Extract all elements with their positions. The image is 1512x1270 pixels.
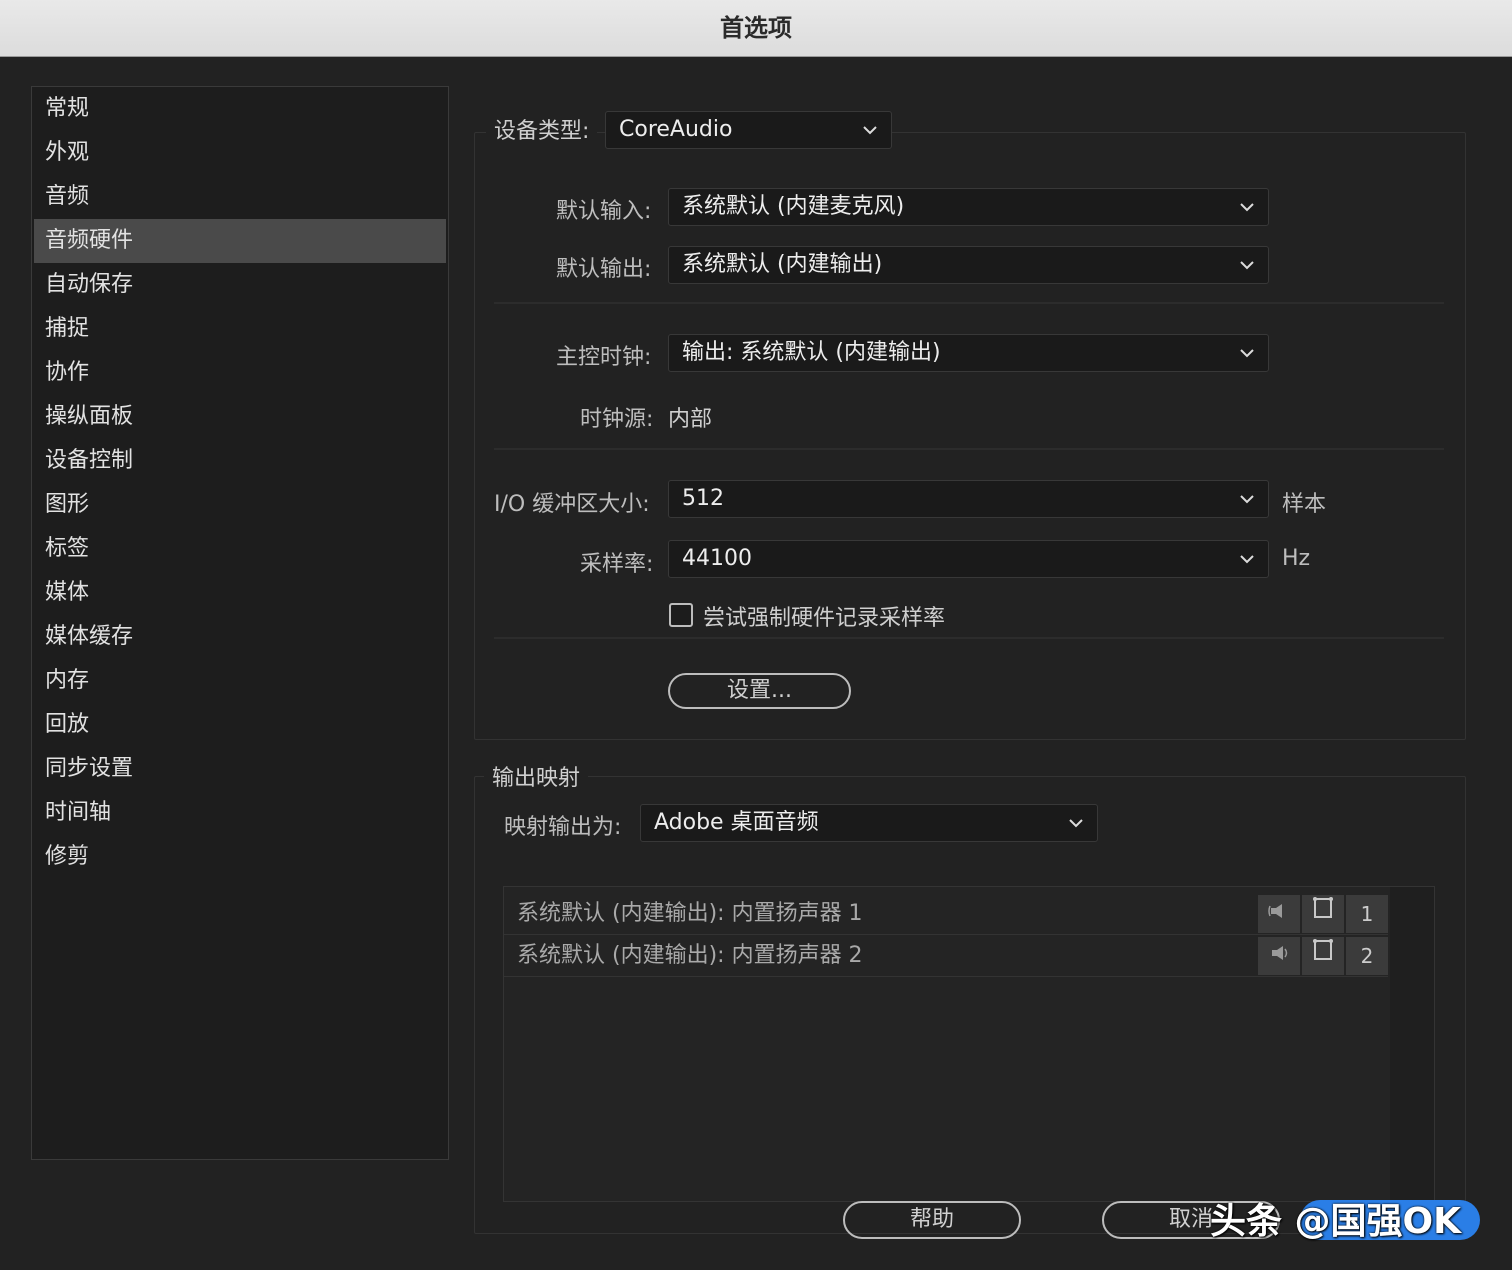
sidebar-item[interactable]: 标签 (34, 527, 446, 571)
map-output-dropdown[interactable]: Adobe 桌面音频 (640, 804, 1098, 842)
output-channel-list[interactable]: 系统默认 (内建输出): 内置扬声器 1 1 系统默认 (内建输出): 内置扬声… (503, 886, 1435, 1202)
sample-rate-dropdown[interactable]: 44100 (668, 540, 1269, 578)
chevron-down-icon (1240, 261, 1254, 270)
force-sample-rate-checkbox[interactable] (669, 603, 693, 627)
cancel-label: 取消 (1168, 1207, 1213, 1232)
channel-name: 系统默认 (内建输出): 内置扬声器 1 (517, 901, 863, 926)
device-type-value: CoreAudio (619, 117, 733, 142)
speaker-right-icon[interactable] (1258, 937, 1300, 975)
chevron-down-icon (1240, 555, 1254, 564)
window-title: 首选项 (0, 0, 1512, 57)
buffer-size-value: 512 (682, 486, 724, 511)
buffer-size-label: I/O 缓冲区大小: (494, 492, 650, 517)
sidebar-item[interactable]: 音频 (34, 175, 446, 219)
default-input-value: 系统默认 (内建麦克风) (682, 194, 905, 219)
divider (494, 302, 1444, 304)
map-output-label: 映射输出为: (504, 815, 622, 840)
sample-rate-unit: Hz (1282, 546, 1311, 571)
master-clock-value: 输出: 系统默认 (内建输出) (682, 340, 941, 365)
default-input-dropdown[interactable]: 系统默认 (内建麦克风) (668, 188, 1269, 226)
sidebar-item[interactable]: 捕捉 (34, 307, 446, 351)
sidebar-item[interactable]: 时间轴 (34, 791, 446, 835)
default-output-dropdown[interactable]: 系统默认 (内建输出) (668, 246, 1269, 284)
sidebar-item[interactable]: 常规 (34, 87, 446, 131)
default-output-label: 默认输出: (556, 257, 652, 282)
sidebar-item[interactable]: 内存 (34, 659, 446, 703)
chevron-down-icon (1240, 349, 1254, 358)
help-button[interactable]: 帮助 (843, 1201, 1021, 1239)
sidebar-item[interactable]: 同步设置 (34, 747, 446, 791)
sidebar-item[interactable]: 媒体 (34, 571, 446, 615)
sidebar-item[interactable]: 设备控制 (34, 439, 446, 483)
chevron-down-icon (1069, 819, 1083, 828)
buffer-unit: 样本 (1282, 492, 1327, 517)
master-clock-label: 主控时钟: (556, 345, 652, 370)
master-clock-dropdown[interactable]: 输出: 系统默认 (内建输出) (668, 334, 1269, 372)
device-type-label: 设备类型: (486, 113, 598, 145)
preferences-sidebar: 常规 外观 音频 音频硬件 自动保存 捕捉 协作 操纵面板 设备控制 图形 标签 媒体 媒体缓存 内存 回放… (31, 86, 449, 1160)
list-scrollbar[interactable] (1390, 887, 1434, 1201)
default-output-value: 系统默认 (内建输出) (682, 252, 883, 277)
chevron-down-icon (863, 126, 877, 135)
channel-bracket-icon[interactable] (1302, 937, 1344, 975)
chevron-down-icon (1240, 203, 1254, 212)
divider (494, 448, 1444, 450)
sidebar-item[interactable]: 音频硬件 (34, 219, 446, 263)
output-mapping-legend: 输出映射 (484, 760, 589, 792)
sidebar-item[interactable]: 修剪 (34, 835, 446, 879)
device-type-dropdown[interactable]: CoreAudio (605, 111, 892, 149)
channel-number: 1 (1346, 895, 1388, 933)
sidebar-item[interactable]: 媒体缓存 (34, 615, 446, 659)
channel-bracket-icon[interactable] (1302, 895, 1344, 933)
buffer-size-dropdown[interactable]: 512 (668, 480, 1269, 518)
sidebar-item[interactable]: 自动保存 (34, 263, 446, 307)
sample-rate-value: 44100 (682, 546, 752, 571)
speaker-left-icon[interactable] (1258, 895, 1300, 933)
sidebar-item[interactable]: 外观 (34, 131, 446, 175)
watermark: 头条 @国强OK (1210, 1201, 1462, 1242)
force-sample-rate-label: 尝试强制硬件记录采样率 (703, 606, 946, 631)
sample-rate-label: 采样率: (580, 552, 654, 577)
clock-source-label: 时钟源: (580, 407, 654, 432)
clock-source-value: 内部 (668, 407, 713, 432)
list-item[interactable]: 系统默认 (内建输出): 内置扬声器 2 2 (504, 935, 1388, 977)
sidebar-item[interactable]: 操纵面板 (34, 395, 446, 439)
channel-name: 系统默认 (内建输出): 内置扬声器 2 (517, 943, 863, 968)
list-item[interactable]: 系统默认 (内建输出): 内置扬声器 1 1 (504, 893, 1388, 935)
sidebar-item[interactable]: 图形 (34, 483, 446, 527)
divider (494, 637, 1444, 639)
map-output-value: Adobe 桌面音频 (654, 810, 819, 835)
channel-number: 2 (1346, 937, 1388, 975)
default-input-label: 默认输入: (556, 199, 652, 224)
chevron-down-icon (1240, 495, 1254, 504)
sidebar-item[interactable]: 回放 (34, 703, 446, 747)
settings-button[interactable]: 设置... (668, 673, 851, 709)
sidebar-item[interactable]: 协作 (34, 351, 446, 395)
